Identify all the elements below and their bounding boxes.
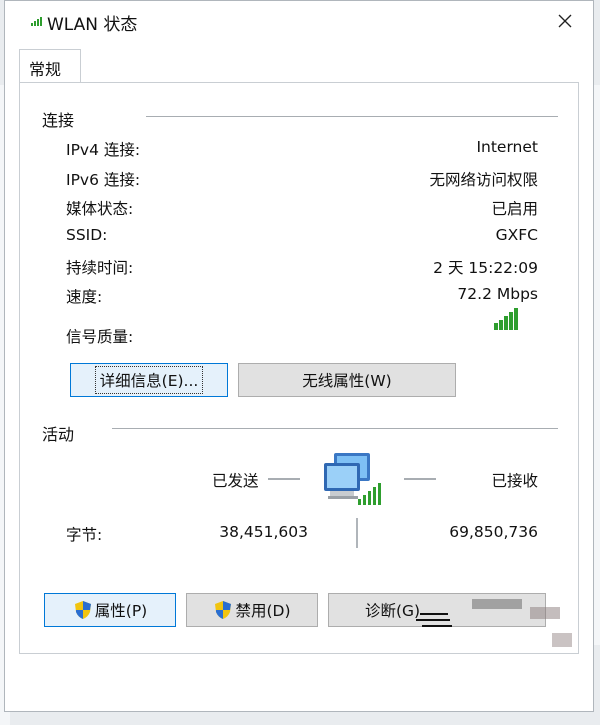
network-computers-icon [324,453,381,505]
row-label-ipv4: IPv4 连接: [66,141,141,159]
sent-line [268,478,300,480]
tab-general[interactable]: 常规 [19,49,81,83]
uac-shield-icon [215,601,232,619]
row-label-media-state: 媒体状态: [66,200,134,218]
bytes-sent-value: 38,451,603 [219,523,308,541]
received-label: 已接收 [491,472,538,490]
disable-button[interactable]: 禁用(D) [186,593,318,627]
section-divider [146,116,558,117]
row-label-speed: 速度: [66,288,103,306]
section-divider [112,428,558,429]
close-icon [558,14,572,28]
properties-button[interactable]: 属性(P) [44,593,176,627]
sent-label: 已发送 [212,472,259,490]
details-button[interactable]: 详细信息(E)... [70,363,228,397]
signal-quality-label: 信号质量: [66,328,134,346]
bytes-label: 字节: [66,526,103,544]
window-title: WLAN 状态 [47,15,138,35]
row-value-ipv4: Internet [476,138,538,156]
wlan-status-dialog: WLAN 状态 常规 连接 IPv4 连接: Internet IPv6 连接:… [4,0,594,712]
section-label-activity: 活动 [42,425,75,444]
bytes-divider [356,518,358,548]
wifi-icon [31,17,42,26]
signal-strength-icon [494,308,518,330]
row-value-media-state: 已启用 [491,200,538,218]
section-label-connection: 连接 [42,111,75,130]
close-button[interactable] [543,5,587,37]
tab-content: 连接 IPv4 连接: Internet IPv6 连接: 无网络访问权限 媒体… [19,82,579,654]
row-value-ipv6: 无网络访问权限 [429,171,538,189]
row-label-ssid: SSID: [66,226,108,244]
row-label-duration: 持续时间: [66,259,134,277]
row-value-ssid: GXFC [495,226,538,244]
row-value-duration: 2 天 15:22:09 [433,259,538,277]
row-label-ipv6: IPv6 连接: [66,171,141,189]
wireless-properties-button[interactable]: 无线属性(W) [238,363,456,397]
watermark-overlay [416,599,572,647]
uac-shield-icon [74,601,91,619]
bytes-received-value: 69,850,736 [449,523,538,541]
title-bar: WLAN 状态 [5,1,593,41]
row-value-speed: 72.2 Mbps [457,285,538,303]
received-line [404,478,436,480]
